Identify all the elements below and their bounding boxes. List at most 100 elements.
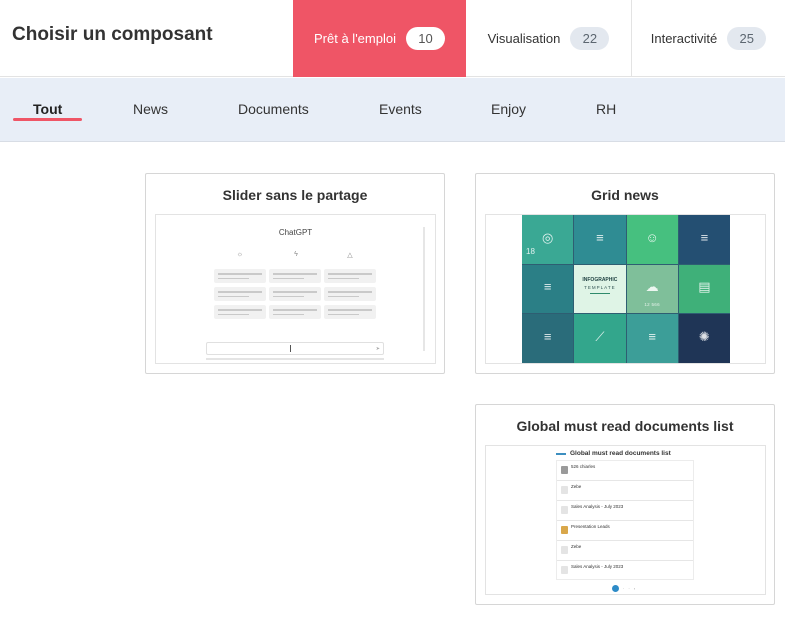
document-row: Presentation Leads (557, 521, 693, 541)
text-caret (290, 345, 291, 352)
category-documents[interactable]: Documents (238, 101, 309, 117)
limitation-item (324, 305, 376, 319)
file-icon (561, 546, 568, 554)
preview-chat-input: ➤ (206, 342, 384, 355)
capability-item (269, 269, 321, 283)
preview-footer-line (206, 358, 384, 360)
document-row: Zebe (557, 541, 693, 561)
document-row: 526 chiarles (557, 461, 693, 481)
chart-icon: ⟋ (595, 328, 605, 344)
tab-ready-to-use[interactable]: Prêt à l'emploi 10 (293, 0, 466, 77)
preview-scrollbar (423, 227, 425, 351)
grid-tile: ☁ 12 566 (626, 264, 678, 314)
heading-accent (556, 453, 566, 455)
card-preview: ChatGPT ☼ ϟ △ ➤ (155, 214, 436, 364)
grid-tile-center: INFOGRAPHIC TEMPLATE (574, 264, 626, 314)
lightbulb-icon: ✺ (698, 328, 710, 344)
grid-tile: ✺ (678, 314, 730, 363)
document-name: Sales Analysis - July 2023 (571, 504, 624, 509)
grid-tile: ≡ (574, 215, 626, 264)
infographic-grid: ◎ 18 ≡ ☺ ≡ ≡ INFOGRAPHIC TEMPLATE ☁ 12 5… (522, 215, 730, 363)
grid-tile: ☺ (626, 215, 678, 264)
card-preview: ◎ 18 ≡ ☺ ≡ ≡ INFOGRAPHIC TEMPLATE ☁ 12 5… (485, 214, 766, 364)
send-icon: ➤ (375, 346, 380, 352)
lightning-icon: ϟ (294, 251, 298, 258)
text-lines-icon: ≡ (596, 229, 604, 245)
file-icon (561, 566, 568, 574)
infographic-subheading: TEMPLATE (584, 284, 616, 290)
document-name: Sales Analysis - July 2023 (571, 564, 624, 569)
document-name: 526 chiarles (571, 464, 596, 469)
document-list: 526 chiarles Zebe Sales Analysis - July … (556, 460, 694, 580)
capability-item (269, 287, 321, 301)
category-news[interactable]: News (133, 101, 168, 117)
capability-item (269, 305, 321, 319)
example-prompt (214, 269, 266, 283)
component-card-slider[interactable]: Slider sans le partage ChatGPT ☼ ϟ △ ➤ (145, 173, 445, 374)
image-icon: ▤ (698, 279, 711, 295)
pagination-item: · (623, 586, 625, 591)
file-icon (561, 506, 568, 514)
card-title: Slider sans le partage (222, 187, 368, 203)
category-all[interactable]: Tout (33, 101, 62, 117)
card-preview: Global must read documents list 526 chia… (485, 445, 766, 595)
warning-icon: △ (347, 252, 353, 259)
active-category-indicator (13, 118, 82, 121)
tab-visualisation[interactable]: Visualisation 22 (466, 0, 631, 77)
person-icon: ☺ (645, 229, 659, 245)
grid-tile: ◎ 18 (522, 215, 574, 264)
tab-count-badge: 10 (405, 27, 445, 50)
pagination-next-icon: › (633, 586, 636, 591)
document-row: Zebe (557, 481, 693, 501)
text-lines-icon: ≡ (648, 328, 656, 344)
tab-interactivity[interactable]: Interactivité 25 (631, 0, 785, 77)
category-events[interactable]: Events (379, 101, 422, 117)
file-icon (561, 486, 568, 494)
document-name: Zebe (571, 544, 582, 549)
grid-tile: ≡ (522, 314, 574, 363)
component-card-documents-list[interactable]: Global must read documents list Global m… (475, 404, 775, 605)
folder-icon (561, 526, 568, 534)
preview-heading: Global must read documents list (570, 450, 671, 457)
infographic-heading: INFOGRAPHIC (582, 276, 618, 283)
grid-tile: ≡ (522, 264, 574, 314)
text-lines-icon: ≡ (543, 328, 552, 344)
grid-tile: ⟋ (574, 314, 626, 363)
grid-tile: ▤ (678, 264, 730, 314)
tab-label: Visualisation (487, 31, 561, 46)
divider (589, 292, 611, 294)
document-row: Sales Analysis - July 2023 (557, 561, 693, 581)
category-rh[interactable]: RH (596, 101, 616, 117)
example-prompt (214, 287, 266, 301)
tile-number: 12 566 (644, 302, 660, 308)
text-lines-icon: ≡ (700, 229, 709, 245)
sun-icon: ☼ (236, 251, 244, 258)
tab-count-badge: 25 (727, 27, 767, 50)
pagination-current-dot (612, 585, 619, 592)
card-title: Global must read documents list (516, 418, 734, 434)
cloud-icon: ☁ (645, 279, 659, 295)
tab-count-badge: 22 (570, 27, 610, 50)
globe-icon: ◎ (541, 229, 554, 245)
pagination: · · › (612, 585, 635, 592)
card-title: Grid news (591, 187, 659, 203)
category-nav: Tout News Documents Events Enjoy RH (0, 78, 785, 142)
grid-tile: ≡ (678, 215, 730, 264)
document-row: Sales Analysis - July 2023 (557, 501, 693, 521)
example-prompt (214, 305, 266, 319)
document-name: Presentation Leads (571, 524, 610, 529)
page-title: Choisir un composant (12, 24, 213, 45)
tab-label: Prêt à l'emploi (314, 31, 396, 46)
tile-number: 18 (526, 246, 535, 256)
limitation-item (324, 269, 376, 283)
tab-label: Interactivité (650, 31, 718, 46)
preview-app-title: ChatGPT (278, 228, 313, 237)
pagination-item: · (628, 586, 630, 591)
text-lines-icon: ≡ (543, 279, 552, 295)
avatar-icon (561, 466, 568, 474)
category-enjoy[interactable]: Enjoy (491, 101, 526, 117)
header: Choisir un composant Prêt à l'emploi 10 … (0, 0, 785, 77)
component-card-grid-news[interactable]: Grid news ◎ 18 ≡ ☺ ≡ ≡ INFOGRAPHIC TEMPL… (475, 173, 775, 374)
limitation-item (324, 287, 376, 301)
grid-tile: ≡ (626, 314, 678, 363)
